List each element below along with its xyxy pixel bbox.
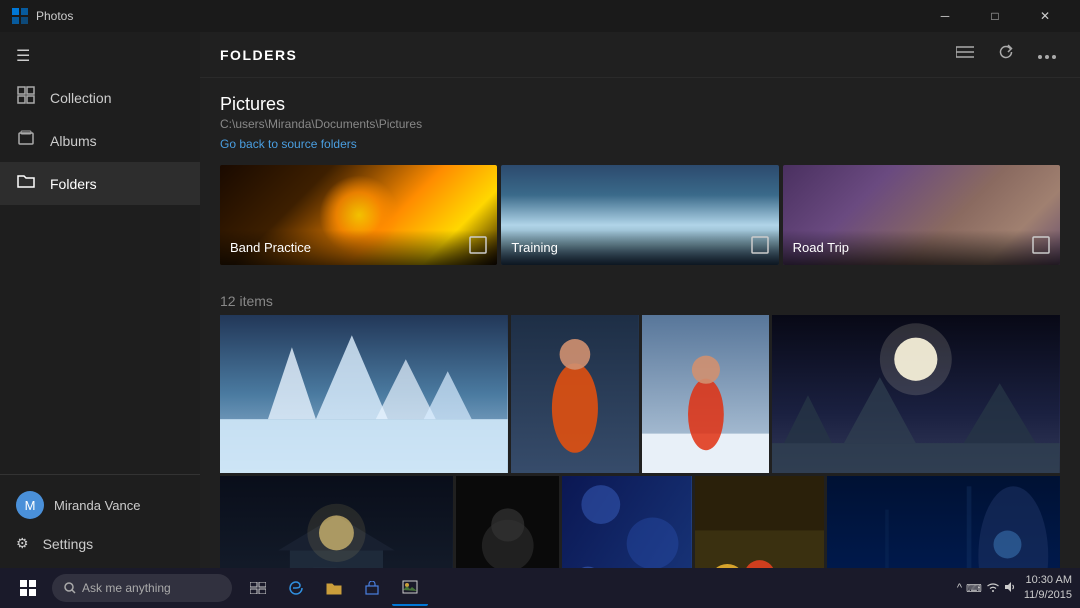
collection-icon [16, 86, 36, 109]
photos-button[interactable] [392, 570, 428, 606]
albums-label: Albums [50, 133, 97, 149]
task-view-button[interactable] [240, 570, 276, 606]
folder-thumb-overlay: Band Practice [220, 230, 497, 265]
search-placeholder: Ask me anything [82, 581, 171, 595]
sidebar-item-collection[interactable]: Collection [0, 76, 200, 119]
collection-label: Collection [50, 90, 111, 106]
training-label: Training [511, 240, 557, 255]
settings-icon: ⚙ [16, 535, 29, 552]
search-icon [64, 582, 76, 594]
folder-thumb-overlay-training: Training [501, 230, 778, 265]
header-actions [952, 42, 1060, 67]
edge-button[interactable] [278, 570, 314, 606]
content-title: FOLDERS [220, 47, 297, 63]
title-bar-left: Photos [12, 8, 73, 24]
minimize-button[interactable]: ─ [922, 0, 968, 32]
photo-child-orange-suit[interactable] [511, 315, 639, 473]
store-button[interactable] [354, 570, 390, 606]
content-area: FOLDERS [200, 32, 1080, 568]
close-button[interactable]: ✕ [1022, 0, 1068, 32]
folders-label: Folders [50, 176, 97, 192]
window-controls: ─ □ ✕ [922, 0, 1068, 32]
keyboard-icon: ⌨ [966, 582, 982, 595]
explorer-button[interactable] [316, 570, 352, 606]
clock-date: 11/9/2015 [1024, 588, 1072, 603]
settings-label: Settings [43, 536, 94, 552]
list-view-button[interactable] [952, 43, 978, 66]
hamburger-menu[interactable]: ☰ [0, 36, 200, 76]
title-bar: Photos ─ □ ✕ [0, 0, 1080, 32]
photo-row-2 [220, 476, 1060, 568]
photo-snow-landscape[interactable] [220, 315, 508, 473]
road-trip-label: Road Trip [793, 240, 849, 255]
sidebar-item-folders[interactable]: Folders [0, 162, 200, 205]
items-count: 12 items [200, 281, 1080, 315]
network-icon [986, 581, 1000, 596]
back-to-source-link[interactable]: Go back to source folders [220, 137, 357, 151]
tray-arrow[interactable]: ^ [957, 582, 962, 594]
taskbar-system: ^ ⌨ 10:30 AM 11/9/2015 [957, 573, 1072, 604]
content-header: FOLDERS [200, 32, 1080, 78]
photo-dark-portrait[interactable] [456, 476, 560, 568]
folder-path: C:\users\Miranda\Documents\Pictures [220, 117, 1060, 131]
folders-section: Pictures C:\users\Miranda\Documents\Pict… [200, 78, 1080, 281]
sidebar-bottom: M Miranda Vance ⚙ Settings [0, 474, 200, 568]
folder-title: Pictures [220, 94, 1060, 115]
photo-row-1 [220, 315, 1060, 473]
sidebar-item-albums[interactable]: Albums [0, 119, 200, 162]
taskbar-apps [240, 570, 428, 606]
user-profile[interactable]: M Miranda Vance [0, 483, 200, 527]
folder-thumb-training[interactable]: Training [501, 165, 778, 265]
clock-time: 10:30 AM [1024, 573, 1072, 588]
settings-item[interactable]: ⚙ Settings [0, 527, 200, 560]
photo-house-night-scene[interactable] [220, 476, 453, 568]
refresh-button[interactable] [994, 42, 1018, 67]
photo-underwater-blue[interactable] [827, 476, 1060, 568]
photo-colorful-market[interactable] [695, 476, 824, 568]
volume-icon [1004, 581, 1016, 596]
folders-icon [16, 172, 36, 195]
folder-thumb-overlay-road-trip: Road Trip [783, 230, 1060, 265]
photo-ski-child[interactable] [642, 315, 770, 473]
band-practice-label: Band Practice [230, 240, 311, 255]
app-body: ☰ Collection Albums [0, 32, 1080, 568]
folder-thumb-band-practice[interactable]: Band Practice [220, 165, 497, 265]
photo-blue-bokeh[interactable] [562, 476, 691, 568]
photo-night-stars[interactable] [772, 315, 1060, 473]
folder-select-icon-2 [751, 236, 769, 259]
system-clock[interactable]: 10:30 AM 11/9/2015 [1024, 573, 1072, 604]
user-name: Miranda Vance [54, 498, 140, 513]
folder-select-icon-3 [1032, 236, 1050, 259]
photo-grid [200, 315, 1080, 568]
system-tray-icons: ^ ⌨ [957, 581, 1016, 596]
app-icon [12, 8, 28, 24]
sidebar: ☰ Collection Albums [0, 32, 200, 568]
start-button[interactable] [8, 568, 48, 608]
search-bar[interactable]: Ask me anything [52, 574, 232, 602]
maximize-button[interactable]: □ [972, 0, 1018, 32]
folder-thumb-road-trip[interactable]: Road Trip [783, 165, 1060, 265]
folder-thumbnails: Band Practice Training [220, 165, 1060, 265]
more-options-button[interactable] [1034, 44, 1060, 66]
albums-icon [16, 129, 36, 152]
taskbar: Ask me anything [0, 568, 1080, 608]
app-title: Photos [36, 9, 73, 23]
user-avatar: M [16, 491, 44, 519]
folder-select-icon [469, 236, 487, 259]
